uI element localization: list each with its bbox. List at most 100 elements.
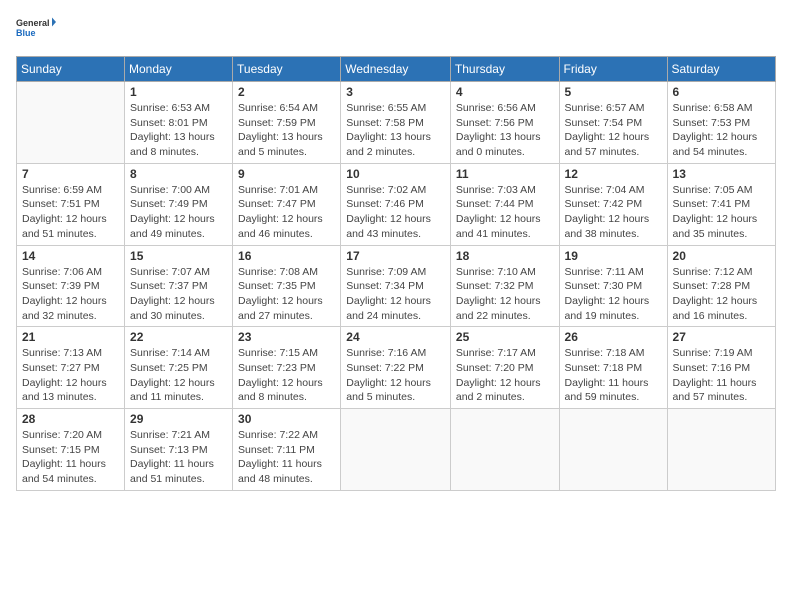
day-info: Sunrise: 6:56 AMSunset: 7:56 PMDaylight:… (456, 101, 554, 160)
day-number: 5 (565, 85, 662, 99)
day-number: 30 (238, 412, 335, 426)
day-info: Sunrise: 7:17 AMSunset: 7:20 PMDaylight:… (456, 346, 554, 405)
calendar-cell (341, 409, 451, 491)
day-info: Sunrise: 6:59 AMSunset: 7:51 PMDaylight:… (22, 183, 119, 242)
day-number: 7 (22, 167, 119, 181)
day-number: 12 (565, 167, 662, 181)
calendar-cell: 28 Sunrise: 7:20 AMSunset: 7:15 PMDayligh… (17, 409, 125, 491)
day-number: 26 (565, 330, 662, 344)
day-number: 19 (565, 249, 662, 263)
day-info: Sunrise: 7:03 AMSunset: 7:44 PMDaylight:… (456, 183, 554, 242)
calendar-cell: 15Sunrise: 7:07 AMSunset: 7:37 PMDayligh… (125, 245, 233, 327)
day-info: Sunrise: 7:22 AMSunset: 7:11 PMDaylight:… (238, 428, 335, 487)
day-number: 8 (130, 167, 227, 181)
calendar-cell: 6 Sunrise: 6:58 AMSunset: 7:53 PMDaylight… (667, 82, 775, 164)
calendar-day-header: Monday (125, 57, 233, 82)
calendar-cell: 24 Sunrise: 7:16 AMSunset: 7:22 PMDayligh… (341, 327, 451, 409)
day-info: Sunrise: 7:18 AMSunset: 7:18 PMDaylight:… (565, 346, 662, 405)
day-info: Sunrise: 7:19 AMSunset: 7:16 PMDaylight:… (673, 346, 770, 405)
day-info: Sunrise: 7:10 AMSunset: 7:32 PMDaylight:… (456, 265, 554, 324)
day-number: 13 (673, 167, 770, 181)
calendar-cell: 1Sunrise: 6:53 AMSunset: 8:01 PMDaylight… (125, 82, 233, 164)
calendar-cell: 18 Sunrise: 7:10 AMSunset: 7:32 PMDayligh… (450, 245, 559, 327)
svg-text:Blue: Blue (16, 28, 36, 38)
calendar-cell: 9 Sunrise: 7:01 AMSunset: 7:47 PMDaylight… (233, 163, 341, 245)
day-number: 27 (673, 330, 770, 344)
calendar-cell (667, 409, 775, 491)
calendar-cell: 21 Sunrise: 7:13 AMSunset: 7:27 PMDayligh… (17, 327, 125, 409)
day-info: Sunrise: 7:08 AMSunset: 7:35 PMDaylight:… (238, 265, 335, 324)
day-info: Sunrise: 7:02 AMSunset: 7:46 PMDaylight:… (346, 183, 445, 242)
calendar-cell: 3Sunrise: 6:55 AMSunset: 7:58 PMDaylight… (341, 82, 451, 164)
day-info: Sunrise: 7:21 AMSunset: 7:13 PMDaylight:… (130, 428, 227, 487)
day-number: 16 (238, 249, 335, 263)
day-number: 18 (456, 249, 554, 263)
calendar-cell: 4 Sunrise: 6:56 AMSunset: 7:56 PMDaylight… (450, 82, 559, 164)
calendar-cell: 17 Sunrise: 7:09 AMSunset: 7:34 PMDayligh… (341, 245, 451, 327)
day-number: 6 (673, 85, 770, 99)
day-info: Sunrise: 7:13 AMSunset: 7:27 PMDaylight:… (22, 346, 119, 405)
calendar-cell: 30 Sunrise: 7:22 AMSunset: 7:11 PMDayligh… (233, 409, 341, 491)
day-number: 9 (238, 167, 335, 181)
calendar-cell: 10 Sunrise: 7:02 AMSunset: 7:46 PMDayligh… (341, 163, 451, 245)
calendar-cell: 2 Sunrise: 6:54 AMSunset: 7:59 PMDaylight… (233, 82, 341, 164)
day-info: Sunrise: 7:09 AMSunset: 7:34 PMDaylight:… (346, 265, 445, 324)
calendar-cell: 16 Sunrise: 7:08 AMSunset: 7:35 PMDayligh… (233, 245, 341, 327)
day-info: Sunrise: 7:01 AMSunset: 7:47 PMDaylight:… (238, 183, 335, 242)
calendar-cell: 25 Sunrise: 7:17 AMSunset: 7:20 PMDayligh… (450, 327, 559, 409)
day-info: Sunrise: 6:54 AMSunset: 7:59 PMDaylight:… (238, 101, 335, 160)
calendar-day-header: Tuesday (233, 57, 341, 82)
calendar-cell: 22 Sunrise: 7:14 AMSunset: 7:25 PMDayligh… (125, 327, 233, 409)
calendar-day-header: Sunday (17, 57, 125, 82)
calendar-cell: 20 Sunrise: 7:12 AMSunset: 7:28 PMDayligh… (667, 245, 775, 327)
day-number: 24 (346, 330, 445, 344)
calendar-cell: 8 Sunrise: 7:00 AMSunset: 7:49 PMDaylight… (125, 163, 233, 245)
day-number: 28 (22, 412, 119, 426)
calendar-day-header: Wednesday (341, 57, 451, 82)
calendar-cell: 5 Sunrise: 6:57 AMSunset: 7:54 PMDaylight… (559, 82, 667, 164)
page-header: General Blue (16, 12, 776, 48)
day-number: 17 (346, 249, 445, 263)
calendar-cell: 7 Sunrise: 6:59 AMSunset: 7:51 PMDaylight… (17, 163, 125, 245)
calendar-table: SundayMondayTuesdayWednesdayThursdayFrid… (16, 56, 776, 491)
logo: General Blue (16, 12, 56, 48)
day-info: Sunrise: 7:16 AMSunset: 7:22 PMDaylight:… (346, 346, 445, 405)
day-number: 10 (346, 167, 445, 181)
day-info: Sunrise: 7:14 AMSunset: 7:25 PMDaylight:… (130, 346, 227, 405)
calendar-cell: 23 Sunrise: 7:15 AMSunset: 7:23 PMDayligh… (233, 327, 341, 409)
page-container: General Blue SundayMondayTuesdayWednesda… (0, 0, 792, 499)
calendar-day-header: Thursday (450, 57, 559, 82)
day-info: Sunrise: 6:57 AMSunset: 7:54 PMDaylight:… (565, 101, 662, 160)
calendar-cell (450, 409, 559, 491)
day-info: Sunrise: 7:00 AMSunset: 7:49 PMDaylight:… (130, 183, 227, 242)
calendar-cell: 12 Sunrise: 7:04 AMSunset: 7:42 PMDayligh… (559, 163, 667, 245)
day-number: 15 (130, 249, 227, 263)
day-info: Sunrise: 7:11 AMSunset: 7:30 PMDaylight:… (565, 265, 662, 324)
day-info: Sunrise: 7:12 AMSunset: 7:28 PMDaylight:… (673, 265, 770, 324)
calendar-day-header: Saturday (667, 57, 775, 82)
day-number: 1 (130, 85, 227, 99)
calendar-cell: 19 Sunrise: 7:11 AMSunset: 7:30 PMDayligh… (559, 245, 667, 327)
day-number: 25 (456, 330, 554, 344)
calendar-cell: 27 Sunrise: 7:19 AMSunset: 7:16 PMDayligh… (667, 327, 775, 409)
day-number: 23 (238, 330, 335, 344)
calendar-cell: 11 Sunrise: 7:03 AMSunset: 7:44 PMDayligh… (450, 163, 559, 245)
day-info: Sunrise: 7:05 AMSunset: 7:41 PMDaylight:… (673, 183, 770, 242)
day-info: Sunrise: 7:15 AMSunset: 7:23 PMDaylight:… (238, 346, 335, 405)
calendar-cell: 26 Sunrise: 7:18 AMSunset: 7:18 PMDayligh… (559, 327, 667, 409)
svg-text:General: General (16, 18, 50, 28)
day-number: 20 (673, 249, 770, 263)
day-info: Sunrise: 6:55 AMSunset: 7:58 PMDaylight:… (346, 101, 445, 160)
day-number: 11 (456, 167, 554, 181)
day-number: 4 (456, 85, 554, 99)
day-number: 22 (130, 330, 227, 344)
calendar-cell (559, 409, 667, 491)
day-info: Sunrise: 7:20 AMSunset: 7:15 PMDaylight:… (22, 428, 119, 487)
calendar-cell: 13 Sunrise: 7:05 AMSunset: 7:41 PMDayligh… (667, 163, 775, 245)
calendar-cell: 29Sunrise: 7:21 AMSunset: 7:13 PMDayligh… (125, 409, 233, 491)
day-info: Sunrise: 7:04 AMSunset: 7:42 PMDaylight:… (565, 183, 662, 242)
day-number: 2 (238, 85, 335, 99)
day-info: Sunrise: 6:58 AMSunset: 7:53 PMDaylight:… (673, 101, 770, 160)
calendar-header-row: SundayMondayTuesdayWednesdayThursdayFrid… (17, 57, 776, 82)
day-number: 21 (22, 330, 119, 344)
